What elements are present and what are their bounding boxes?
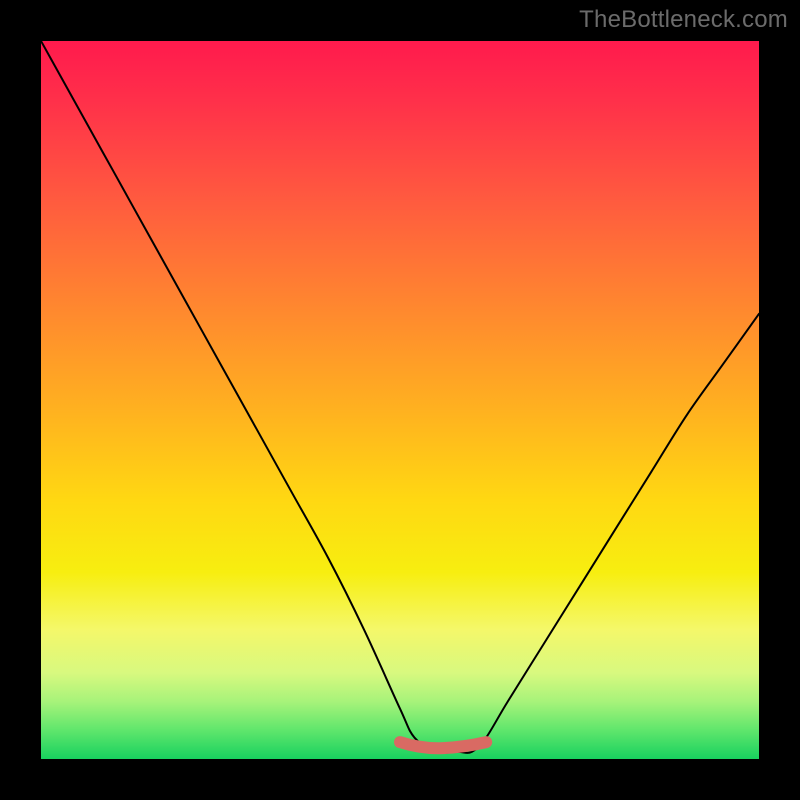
chart-frame: TheBottleneck.com	[0, 0, 800, 800]
bottleneck-curve	[41, 41, 759, 753]
plot-area	[41, 41, 759, 759]
valley-marker	[400, 742, 486, 748]
chart-svg	[41, 41, 759, 759]
watermark-text: TheBottleneck.com	[579, 6, 788, 34]
